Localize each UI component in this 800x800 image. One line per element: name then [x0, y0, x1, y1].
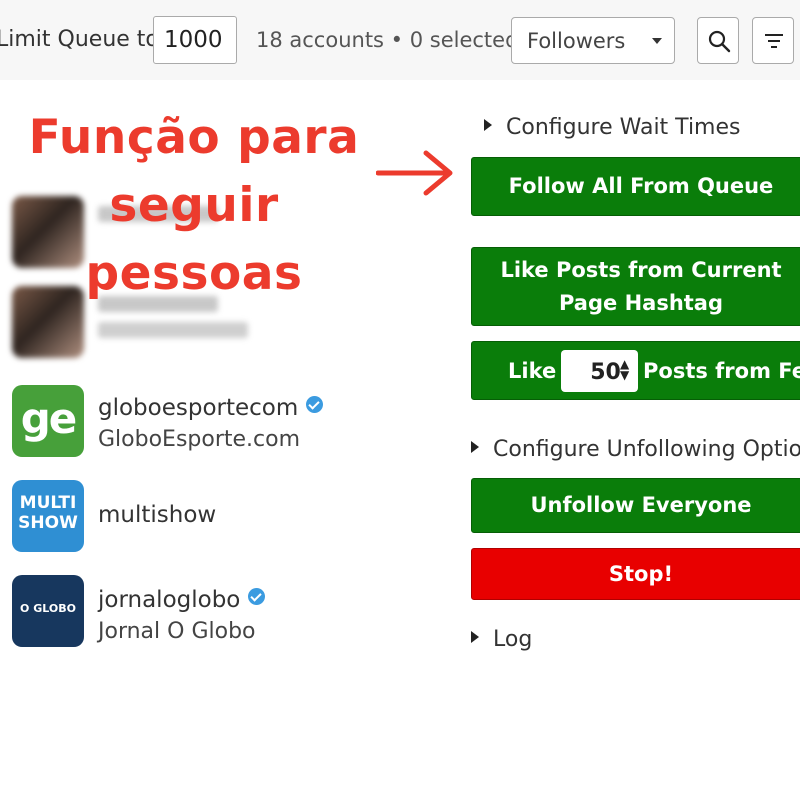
like-count-value: 50 — [590, 360, 621, 385]
list-item[interactable]: O GLOBO jornaloglobo Jornal O Globo — [12, 575, 342, 647]
like-count-stepper[interactable]: 50 ▲ ▼ — [561, 350, 638, 392]
section-label: Configure Unfollowing Options — [493, 437, 800, 462]
account-logo-line-1: MULTI — [19, 493, 77, 513]
annotation-text: Função para seguir pessoas — [24, 104, 364, 308]
account-fullname: GloboEsporte.com — [98, 427, 301, 452]
avatar: ge — [12, 385, 84, 457]
account-logo-line-2: SHOW — [18, 513, 78, 533]
like-feed-button[interactable]: Like — [508, 355, 556, 388]
like-feed-posts-row: Like 50 ▲▼ Posts from Feed — [471, 341, 800, 400]
search-button[interactable] — [697, 17, 739, 64]
filter-icon — [765, 34, 783, 48]
stepper-arrows-icon[interactable]: ▲ ▼ — [620, 358, 629, 381]
configure-unfollowing-toggle[interactable]: Configure Unfollowing Options — [471, 437, 800, 462]
chevron-down-icon — [652, 38, 662, 44]
like-hashtag-posts-button[interactable]: Like Posts from Current Page Hashtag — [471, 247, 800, 326]
annotation-line-2: seguir — [109, 178, 279, 233]
account-username[interactable]: globoesportecom — [98, 395, 298, 421]
list-item[interactable]: ge globoesportecom GloboEsporte.com — [12, 385, 342, 457]
search-icon — [708, 30, 731, 53]
list-item[interactable]: MULTI SHOW multishow — [12, 480, 342, 552]
list-type-select[interactable]: Followers — [511, 17, 675, 64]
account-logo: O GLOBO — [20, 602, 76, 615]
limit-queue-label: Limit Queue to. — [0, 27, 166, 52]
verified-badge-icon — [306, 396, 324, 413]
annotation-line-1: Função para — [28, 110, 360, 165]
configure-wait-times-toggle[interactable]: Configure Wait Times — [484, 115, 740, 140]
account-username[interactable]: multishow — [98, 502, 216, 528]
verified-badge-icon — [248, 588, 266, 605]
button-label: Follow All From Queue — [508, 174, 774, 198]
caret-right-icon — [471, 631, 479, 643]
account-fullname: Jornal O Globo — [98, 619, 256, 644]
button-label-line-2: Page Hashtag — [558, 290, 724, 315]
avatar: MULTI SHOW — [12, 480, 84, 552]
unfollow-everyone-button[interactable]: Unfollow Everyone — [471, 478, 800, 533]
arrow-right-icon — [376, 150, 453, 196]
account-username[interactable]: jornaloglobo — [98, 587, 240, 613]
follow-all-button[interactable]: Follow All From Queue — [471, 157, 800, 216]
filter-button[interactable] — [752, 17, 794, 64]
account-logo: ge — [20, 394, 78, 443]
toolbar: Limit Queue to. 18 accounts • 0 selected… — [0, 0, 800, 80]
button-label: Stop! — [608, 561, 674, 586]
log-toggle[interactable]: Log — [471, 627, 532, 652]
avatar: O GLOBO — [12, 575, 84, 647]
button-label: Unfollow Everyone — [530, 493, 752, 517]
section-label: Log — [493, 627, 533, 652]
list-type-value: Followers — [527, 29, 626, 53]
section-label: Configure Wait Times — [506, 115, 741, 140]
stop-button[interactable]: Stop! — [471, 548, 800, 600]
accounts-count: 18 accounts • 0 selected — [256, 28, 519, 52]
button-label-line-1: Like Posts from Current — [500, 257, 782, 282]
caret-right-icon — [471, 441, 479, 453]
limit-queue-input[interactable] — [153, 16, 237, 64]
like-feed-label[interactable]: Posts from Feed — [643, 355, 800, 388]
caret-right-icon — [484, 119, 492, 131]
annotation-line-3: pessoas — [85, 246, 303, 301]
